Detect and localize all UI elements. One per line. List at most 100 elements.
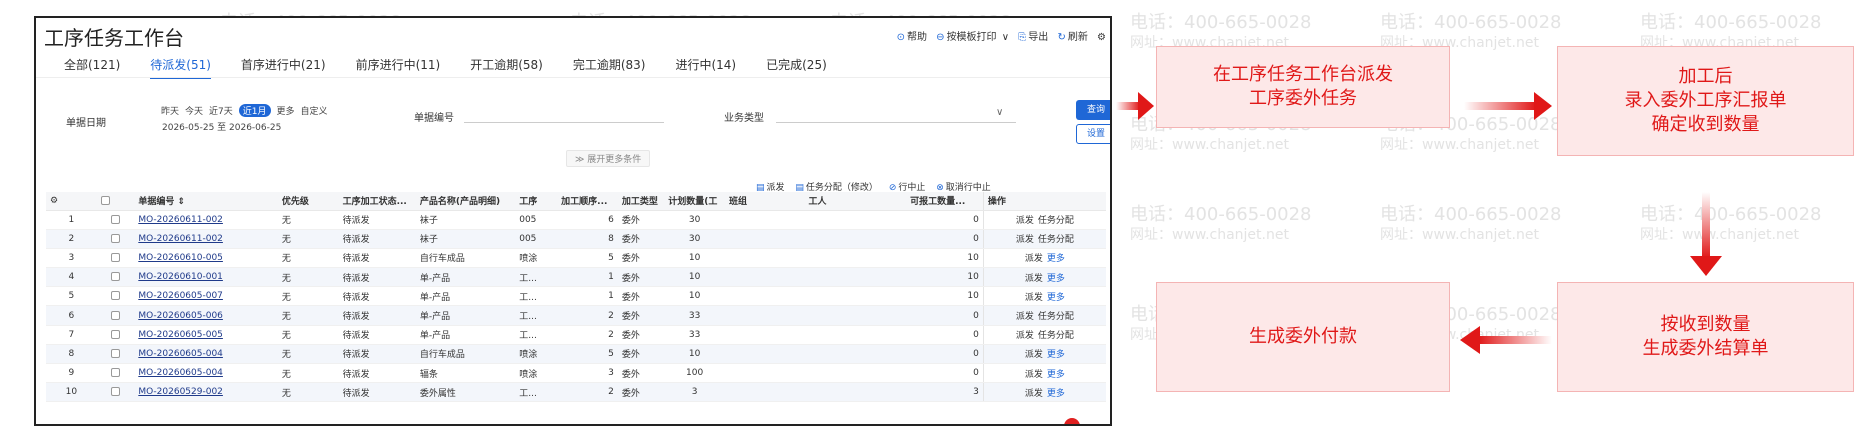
notification-badge[interactable] <box>1064 418 1080 424</box>
process-cell: 喷涂 <box>515 344 558 365</box>
order-code-link[interactable]: MO-20260605-006 <box>134 305 278 326</box>
column-header: 加工类型 <box>617 192 665 211</box>
product-cell: 单-产品 <box>415 325 516 345</box>
chevron-down-icon[interactable]: ∨ <box>996 107 1003 118</box>
chevron-down-icon[interactable]: ∨ <box>1002 32 1009 43</box>
reportable-qty-cell: 0 <box>906 363 984 384</box>
sequence-cell: 1 <box>557 286 618 307</box>
assign-link[interactable]: 任务分配 <box>1038 235 1074 245</box>
status-tab[interactable]: 进行中(14) <box>675 56 736 79</box>
table-row[interactable]: 7 MO-20260605-005 无待派发 单-产品 工... 2 委外 33 0 派发 任务分配 <box>46 325 1106 345</box>
table-row[interactable]: 5 MO-20260605-007 无待派发 单-产品 工... 1 委外 10 10 派发 更多 <box>46 286 1106 307</box>
assign-link[interactable]: 任务分配 <box>1038 216 1074 226</box>
worker-cell <box>804 229 907 249</box>
product-cell: 单-产品 <box>415 286 516 307</box>
column-settings-icon[interactable]: ⚙ <box>46 192 97 211</box>
date-chip[interactable]: 近1月 <box>238 104 271 117</box>
row-checkbox[interactable] <box>96 248 135 269</box>
more-link[interactable]: 更多 <box>1047 293 1065 303</box>
status-tab[interactable]: 完工逾期(83) <box>573 56 646 79</box>
table-row[interactable]: 9 MO-20260605-004 无待派发 辐条 喷涂 3 委外 100 0 派发 更多 <box>46 363 1106 384</box>
dispatch-link[interactable]: 派发 <box>1025 350 1043 360</box>
order-code-link[interactable]: MO-20260611-002 <box>134 210 278 230</box>
assign-link[interactable]: 任务分配 <box>1038 312 1074 322</box>
dispatch-link[interactable]: 派发 <box>1016 312 1034 322</box>
code-input[interactable] <box>464 122 664 123</box>
order-code-link[interactable]: MO-20260610-001 <box>134 267 278 288</box>
row-checkbox[interactable] <box>96 344 135 365</box>
team-cell <box>724 344 805 365</box>
status-tab[interactable]: 已完成(25) <box>766 56 827 79</box>
more-link[interactable]: 更多 <box>1047 370 1065 380</box>
assign-link[interactable]: 任务分配 <box>1038 331 1074 341</box>
row-checkbox[interactable] <box>96 229 135 249</box>
date-chip[interactable]: 更多 <box>277 104 295 117</box>
row-checkbox[interactable] <box>96 325 135 345</box>
more-link[interactable]: 更多 <box>1047 274 1065 284</box>
column-header[interactable]: 单据编号 ⇕ <box>134 192 278 211</box>
table-row[interactable]: 3 MO-20260610-005 无待派发 自行车成品 喷涂 5 委外 10 10 派发 更多 <box>46 248 1106 269</box>
qty-cell: 10 <box>664 344 725 365</box>
status-tab[interactable]: 前序进行中(11) <box>356 56 441 79</box>
dispatch-link[interactable]: 派发 <box>1016 331 1034 341</box>
date-range[interactable]: 2026-05-25 至 2026-06-25 <box>162 120 281 133</box>
query-button[interactable]: 查询 <box>1076 100 1110 120</box>
more-link[interactable]: 更多 <box>1047 389 1065 399</box>
order-code-link[interactable]: MO-20260605-005 <box>134 325 278 345</box>
row-checkbox[interactable] <box>96 305 135 326</box>
export-button[interactable]: 导出 <box>1028 32 1048 43</box>
row-checkbox[interactable] <box>96 382 135 403</box>
date-chip[interactable]: 自定义 <box>301 104 328 117</box>
date-chip[interactable]: 近7天 <box>209 104 233 117</box>
dispatch-link[interactable]: 派发 <box>1016 235 1034 245</box>
dispatch-link[interactable]: 派发 <box>1025 389 1043 399</box>
row-checkbox[interactable] <box>96 363 135 384</box>
settings-icon[interactable]: ⚙ <box>1097 32 1106 43</box>
more-link[interactable]: 更多 <box>1047 254 1065 264</box>
dispatch-link[interactable]: 派发 <box>1025 370 1043 380</box>
select-all-checkbox[interactable] <box>96 192 135 211</box>
status-tab[interactable]: 全部(121) <box>64 56 120 79</box>
table-row[interactable]: 1 MO-20260611-002 无待派发 袜子 005 6 委外 30 0 派发 任务分配 <box>46 210 1106 230</box>
column-header: 操作 <box>982 192 1106 211</box>
date-chip[interactable]: 今天 <box>185 104 203 117</box>
row-checkbox[interactable] <box>96 286 135 307</box>
type-cell: 委外 <box>617 248 665 269</box>
status-tab[interactable]: 待派发(51) <box>150 56 211 79</box>
settings-button[interactable]: 设置 <box>1076 124 1110 144</box>
table-row[interactable]: 6 MO-20260605-006 无待派发 单-产品 工... 2 委外 33 0 派发 任务分配 <box>46 305 1106 326</box>
order-code-link[interactable]: MO-20260529-002 <box>134 382 278 403</box>
table-row[interactable]: 10 MO-20260529-002 无待派发 委外属性 工... 2 委外 3 3 派发 更多 <box>46 382 1106 403</box>
help-button[interactable]: 帮助 <box>907 32 927 43</box>
biz-type-select[interactable] <box>776 122 1016 123</box>
order-code-link[interactable]: MO-20260605-007 <box>134 286 278 307</box>
column-header: 可报工数量... <box>906 192 984 211</box>
watermark-text: 网址：www.chanjet.net <box>1130 137 1289 153</box>
operations-cell: 派发 任务分配 <box>982 210 1106 230</box>
more-link[interactable]: 更多 <box>1047 350 1065 360</box>
column-header: 班组 <box>724 192 805 211</box>
table-row[interactable]: 8 MO-20260605-004 无待派发 自行车成品 喷涂 5 委外 10 0 派发 更多 <box>46 344 1106 365</box>
dispatch-link[interactable]: 派发 <box>1025 254 1043 264</box>
expand-conditions-button[interactable]: ≫ 展开更多条件 <box>566 150 651 167</box>
dispatch-link[interactable]: 派发 <box>1016 216 1034 226</box>
date-chip[interactable]: 昨天 <box>161 104 179 117</box>
dispatch-link[interactable]: 派发 <box>1025 293 1043 303</box>
dispatch-link[interactable]: 派发 <box>1025 274 1043 284</box>
table-row[interactable]: 2 MO-20260611-002 无待派发 袜子 005 8 委外 30 0 派发 任务分配 <box>46 229 1106 249</box>
priority-cell: 无 <box>277 210 339 230</box>
order-code-link[interactable]: MO-20260610-005 <box>134 248 278 269</box>
status-tab[interactable]: 首序进行中(21) <box>241 56 326 79</box>
order-code-link[interactable]: MO-20260605-004 <box>134 363 278 384</box>
row-checkbox[interactable] <box>96 267 135 288</box>
row-checkbox[interactable] <box>96 210 135 230</box>
print-button[interactable]: 按模板打印 <box>947 32 997 43</box>
flow-arrow-1 <box>1116 92 1154 120</box>
order-code-link[interactable]: MO-20260605-004 <box>134 344 278 365</box>
flow-step-1-line-1: 在工序任务工作台派发 <box>1213 64 1393 85</box>
status-cell: 待派发 <box>338 344 416 365</box>
table-row[interactable]: 4 MO-20260610-001 无待派发 单-产品 工... 1 委外 10 10 派发 更多 <box>46 267 1106 288</box>
status-tab[interactable]: 开工逾期(58) <box>470 56 543 79</box>
refresh-button[interactable]: 刷新 <box>1068 32 1088 43</box>
order-code-link[interactable]: MO-20260611-002 <box>134 229 278 249</box>
